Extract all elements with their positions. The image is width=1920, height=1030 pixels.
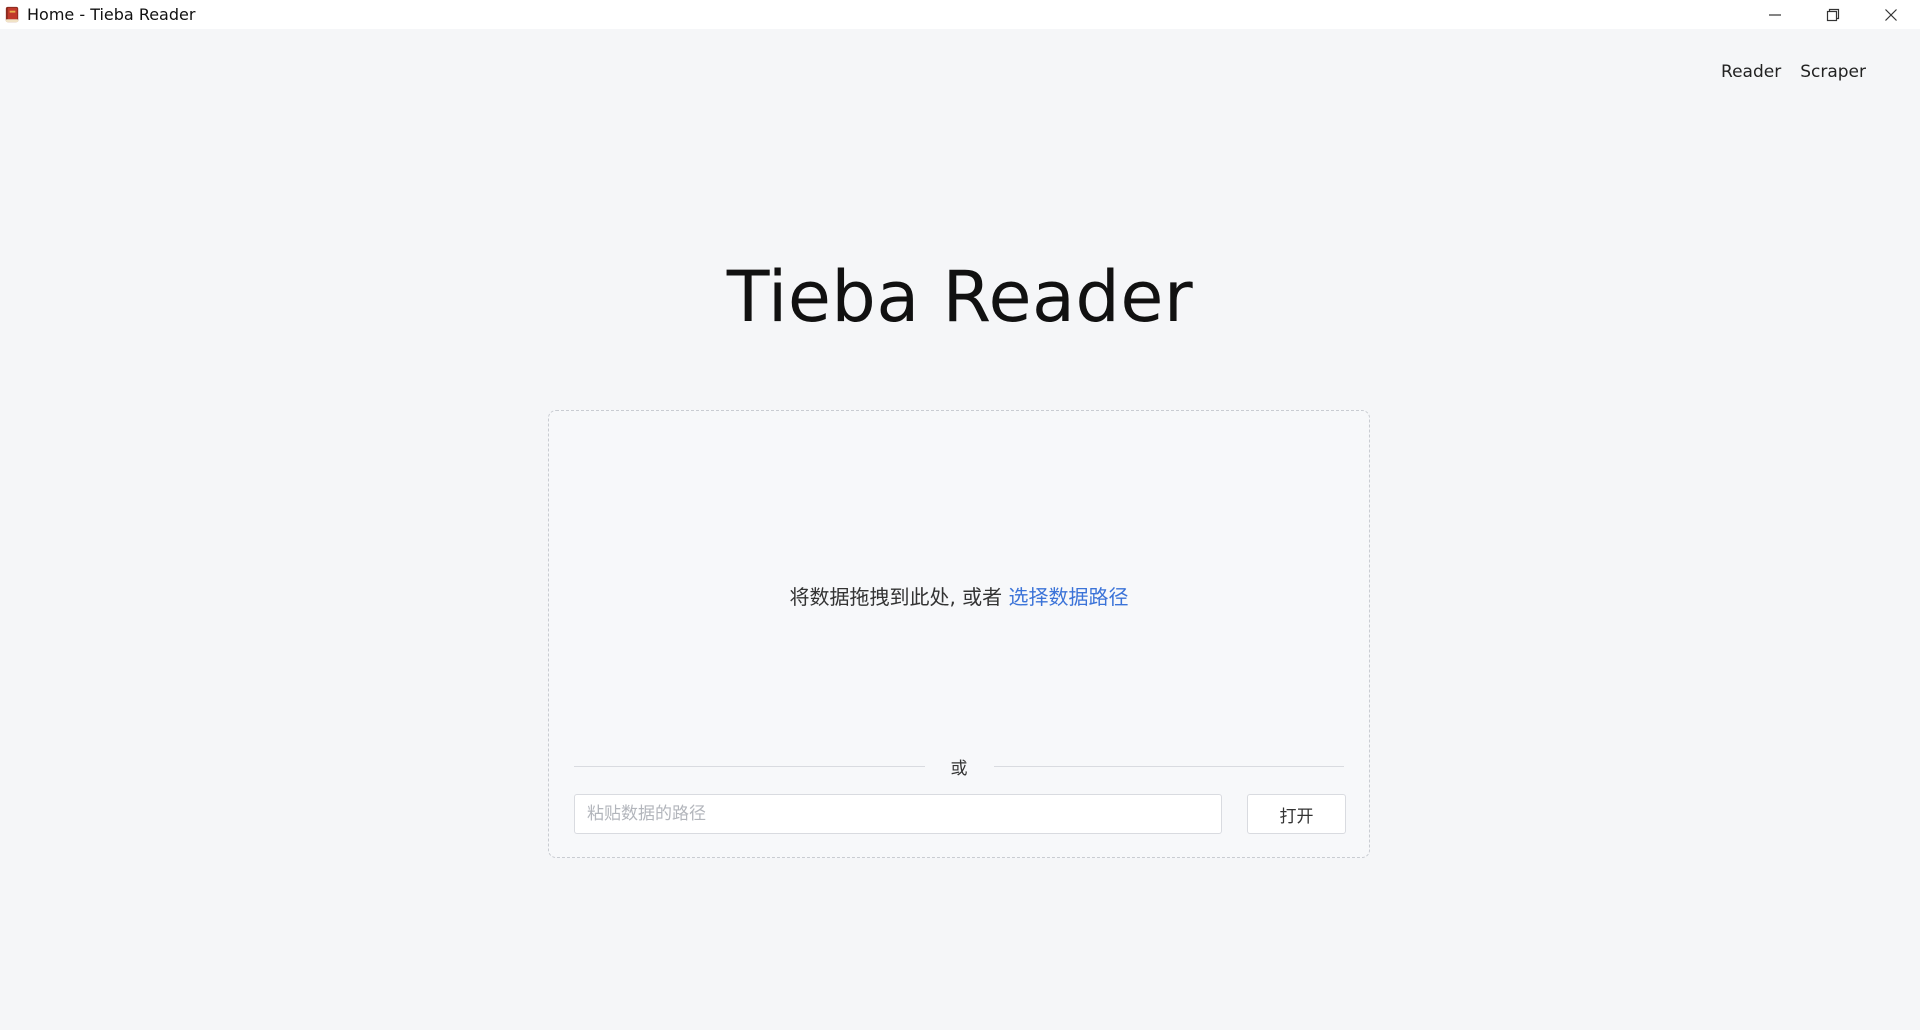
book-icon	[5, 6, 19, 23]
restore-icon	[1826, 8, 1840, 21]
close-icon	[1885, 8, 1897, 21]
or-divider: 或	[574, 751, 1344, 781]
open-button[interactable]: 打开	[1247, 794, 1346, 834]
nav-reader-link[interactable]: Reader	[1721, 58, 1781, 86]
title-bar: Home - Tieba Reader	[0, 0, 1920, 29]
window-controls	[1746, 0, 1920, 29]
or-label: 或	[950, 758, 968, 779]
select-path-link[interactable]: 选择数据路径	[1009, 585, 1129, 609]
page-title: Tieba Reader	[726, 256, 1194, 338]
divider-line-right	[993, 765, 1344, 767]
restore-button[interactable]	[1804, 0, 1862, 29]
path-input[interactable]	[574, 794, 1222, 834]
close-button[interactable]	[1862, 0, 1920, 29]
nav-scraper-link[interactable]: Scraper	[1800, 58, 1866, 86]
minimize-button[interactable]	[1746, 0, 1804, 29]
window-title: Home - Tieba Reader	[27, 5, 196, 24]
drop-zone[interactable]: 将数据拖拽到此处, 或者 选择数据路径 或 打开	[548, 410, 1370, 858]
drop-instructions: 将数据拖拽到此处, 或者 选择数据路径	[549, 581, 1369, 613]
divider-line-left	[574, 765, 925, 767]
drop-text: 将数据拖拽到此处, 或者	[789, 585, 1009, 609]
minimize-icon	[1769, 13, 1781, 16]
top-nav: Reader Scraper	[1721, 58, 1866, 86]
